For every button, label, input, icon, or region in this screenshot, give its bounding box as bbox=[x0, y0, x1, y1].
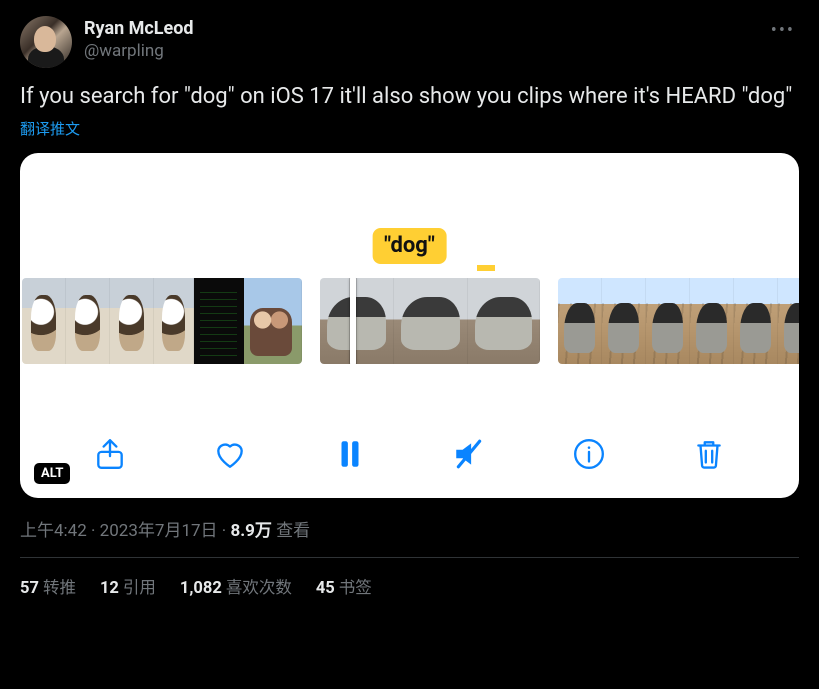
datestamp[interactable]: 2023年7月17日 bbox=[100, 521, 218, 541]
video-frame bbox=[468, 278, 540, 364]
media-card[interactable]: "dog" bbox=[20, 153, 799, 498]
tweet-stats: 57转推 12引用 1,082喜欢次数 45书签 bbox=[20, 574, 799, 612]
media-toolbar bbox=[20, 432, 799, 476]
trash-icon[interactable] bbox=[687, 432, 731, 476]
translate-link[interactable]: 翻译推文 bbox=[20, 118, 799, 139]
video-frame bbox=[110, 278, 154, 364]
video-frame bbox=[778, 278, 799, 364]
video-frame bbox=[66, 278, 110, 364]
more-icon[interactable]: ••• bbox=[767, 16, 799, 45]
clip-group bbox=[320, 278, 540, 364]
search-term-marker bbox=[477, 265, 495, 271]
info-icon[interactable] bbox=[567, 432, 611, 476]
bookmarks-stat[interactable]: 45书签 bbox=[316, 574, 372, 598]
share-icon[interactable] bbox=[88, 432, 132, 476]
video-frame bbox=[646, 278, 690, 364]
heart-icon[interactable] bbox=[208, 432, 252, 476]
avatar[interactable] bbox=[20, 16, 72, 68]
clip-group bbox=[558, 278, 799, 364]
tweet: Ryan McLeod @warpling ••• If you search … bbox=[0, 0, 819, 612]
timestamp[interactable]: 上午4:42 bbox=[20, 521, 87, 541]
clip-group bbox=[22, 278, 302, 364]
playhead[interactable] bbox=[350, 278, 356, 364]
author-names[interactable]: Ryan McLeod @warpling bbox=[84, 16, 194, 62]
search-term-label: "dog" bbox=[372, 228, 447, 264]
video-frame bbox=[244, 278, 302, 364]
video-frame bbox=[558, 278, 602, 364]
video-frame bbox=[22, 278, 66, 364]
tweet-header: Ryan McLeod @warpling ••• bbox=[20, 16, 799, 68]
views-count: 8.9万 bbox=[230, 521, 271, 541]
mute-icon[interactable] bbox=[447, 432, 491, 476]
tweet-text: If you search for "dog" on iOS 17 it'll … bbox=[20, 82, 799, 112]
video-frame bbox=[194, 278, 244, 364]
video-frame bbox=[734, 278, 778, 364]
video-frame bbox=[154, 278, 194, 364]
video-frame bbox=[690, 278, 734, 364]
video-frame bbox=[394, 278, 468, 364]
alt-badge[interactable]: ALT bbox=[34, 463, 70, 484]
video-frame bbox=[320, 278, 394, 364]
likes-stat[interactable]: 1,082喜欢次数 bbox=[180, 574, 292, 598]
video-frame bbox=[602, 278, 646, 364]
quotes-stat[interactable]: 12引用 bbox=[100, 574, 156, 598]
pause-icon[interactable] bbox=[328, 432, 372, 476]
retweets-stat[interactable]: 57转推 bbox=[20, 574, 76, 598]
divider bbox=[20, 557, 799, 558]
handle: @warpling bbox=[84, 41, 194, 62]
tweet-meta: 上午4:42 · 2023年7月17日 · 8.9万 查看 bbox=[20, 516, 799, 557]
video-scrubber[interactable] bbox=[20, 278, 799, 364]
display-name: Ryan McLeod bbox=[84, 18, 194, 41]
views-label: 查看 bbox=[276, 521, 310, 541]
